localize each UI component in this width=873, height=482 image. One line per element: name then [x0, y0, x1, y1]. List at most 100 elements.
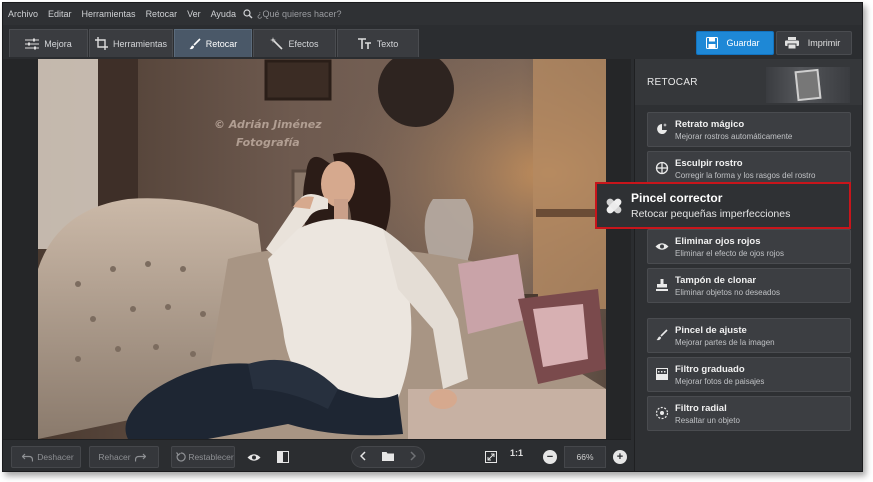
- menu-editar[interactable]: Editar: [43, 3, 77, 25]
- reset-icon: [176, 452, 187, 462]
- retouch-panel: RETOCAR Retrato mágico Mejorar rostros a…: [634, 59, 862, 471]
- tool-desc: Mejorar rostros automáticamente: [675, 132, 793, 141]
- tool-esculpir-rostro[interactable]: Esculpir rostro Corregir la forma y los …: [647, 151, 851, 186]
- panel-header-image: [766, 67, 850, 103]
- search-placeholder: ¿Qué quieres hacer?: [256, 9, 342, 19]
- tool-tampon-de-clonar[interactable]: Tampón de clonar Eliminar objetos no des…: [647, 268, 851, 303]
- gradient-icon: [656, 368, 668, 380]
- crop-icon: [94, 37, 108, 50]
- menu-ayuda[interactable]: Ayuda: [206, 3, 241, 25]
- tool-eliminar-ojos-rojos[interactable]: Eliminar ojos rojos Eliminar el efecto d…: [647, 229, 851, 264]
- eye-icon: [247, 453, 261, 461]
- tool-name: Esculpir rostro: [675, 158, 743, 169]
- redo-icon: [134, 453, 146, 461]
- tool-pincel-de-ajuste[interactable]: Pincel de ajuste Mejorar partes de la im…: [647, 318, 851, 353]
- navigation-group: [351, 446, 425, 468]
- sliders-icon: [25, 38, 40, 49]
- search-box[interactable]: ¿Qué quieres hacer?: [243, 9, 342, 19]
- bandage-icon: [606, 198, 622, 214]
- bottom-bar: Deshacer Rehacer Restablecer 1:1 − 66% +: [3, 439, 631, 471]
- tool-retrato-magico[interactable]: Retrato mágico Mejorar rostros automátic…: [647, 112, 851, 147]
- tab-efectos[interactable]: Efectos: [253, 29, 336, 57]
- tool-name: Pincel corrector: [631, 191, 723, 205]
- reset-button[interactable]: Restablecer: [171, 446, 235, 468]
- tool-name: Eliminar ojos rojos: [675, 236, 761, 247]
- plus-icon: +: [616, 451, 624, 463]
- zoom-1to1-button[interactable]: 1:1: [510, 448, 523, 458]
- text-icon: [357, 38, 371, 49]
- compare-icon: [277, 451, 289, 463]
- preview-eye-button[interactable]: [245, 448, 263, 466]
- tool-pincel-corrector[interactable]: Pincel corrector Retocar pequeñas imperf…: [595, 182, 851, 229]
- save-button[interactable]: Guardar: [696, 31, 774, 55]
- menu-bar: Archivo Editar Herramientas Retocar Ver …: [3, 3, 862, 25]
- tab-mejora[interactable]: Mejora: [9, 29, 88, 57]
- tool-desc: Corregir la forma y los rasgos del rostr…: [675, 171, 816, 180]
- watermark-line-1: © Adrián Jiménez: [214, 118, 322, 131]
- tab-label: Mejora: [44, 38, 72, 49]
- portrait-photo: [38, 59, 606, 439]
- brush-icon: [189, 37, 201, 49]
- expand-icon: [485, 451, 497, 463]
- print-label: Imprimir: [807, 38, 841, 48]
- compare-button[interactable]: [274, 448, 292, 466]
- tab-label: Texto: [376, 38, 399, 49]
- tab-retocar[interactable]: Retocar: [174, 29, 252, 57]
- photo-watermark: © Adrián Jiménez Fotografía: [214, 116, 322, 152]
- tab-texto[interactable]: Texto: [337, 29, 419, 57]
- tool-desc: Retocar pequeñas imperfecciones: [631, 208, 791, 220]
- menu-herramientas[interactable]: Herramientas: [77, 3, 141, 25]
- printer-icon: [785, 37, 799, 49]
- menu-retocar[interactable]: Retocar: [141, 3, 183, 25]
- redo-button[interactable]: Rehacer: [89, 446, 159, 468]
- sculpt-icon: [655, 161, 669, 175]
- photo-canvas[interactable]: © Adrián Jiménez Fotografía: [38, 59, 606, 439]
- radial-icon: [655, 406, 669, 420]
- previous-button[interactable]: [359, 448, 366, 466]
- tool-filtro-radial[interactable]: Filtro radial Resaltar un objeto: [647, 396, 851, 431]
- tool-name: Filtro graduado: [675, 364, 745, 375]
- tool-name: Filtro radial: [675, 403, 727, 414]
- tab-label: Herramientas: [112, 38, 168, 49]
- toolbar: Mejora Herramientas Retocar Efectos Text…: [3, 25, 862, 59]
- print-button[interactable]: Imprimir: [776, 31, 852, 55]
- chevron-left-icon: [359, 451, 366, 461]
- tab-label: Efectos: [288, 38, 319, 49]
- face-magic-icon: [657, 123, 667, 134]
- watermark-line-2: Fotografía: [235, 136, 300, 149]
- tab-label: Retocar: [205, 38, 238, 49]
- tool-desc: Resaltar un objeto: [675, 416, 740, 425]
- undo-icon: [22, 453, 34, 461]
- save-label: Guardar: [726, 38, 760, 48]
- tool-desc: Eliminar el efecto de ojos rojos: [675, 249, 784, 258]
- folder-icon: [382, 452, 394, 461]
- portrait-thumbnail: [794, 68, 822, 102]
- tool-name: Retrato mágico: [675, 119, 745, 130]
- next-button[interactable]: [410, 448, 417, 466]
- menu-ver[interactable]: Ver: [182, 3, 206, 25]
- tool-filtro-graduado[interactable]: Filtro graduado Mejorar fotos de paisaje…: [647, 357, 851, 392]
- brush-icon: [656, 329, 668, 341]
- panel-header: RETOCAR: [635, 59, 862, 105]
- menu-archivo[interactable]: Archivo: [3, 3, 43, 25]
- tool-desc: Eliminar objetos no deseados: [675, 288, 780, 297]
- mode-tabs: Mejora Herramientas Retocar Efectos Text…: [9, 29, 420, 57]
- undo-button[interactable]: Deshacer: [11, 446, 81, 468]
- fit-screen-button[interactable]: [482, 448, 500, 466]
- tool-name: Tampón de clonar: [675, 275, 757, 286]
- stamp-icon: [656, 279, 668, 291]
- search-icon: [243, 9, 253, 19]
- reset-label: Restablecer: [188, 452, 234, 462]
- canvas-area: © Adrián Jiménez Fotografía: [3, 59, 631, 439]
- undo-label: Deshacer: [37, 452, 74, 462]
- zoom-out-button[interactable]: −: [543, 450, 557, 464]
- open-folder-button[interactable]: [382, 448, 394, 466]
- zoom-level[interactable]: 66%: [564, 446, 606, 468]
- app-window: Archivo Editar Herramientas Retocar Ver …: [2, 2, 863, 472]
- eye-icon: [655, 242, 669, 250]
- magic-wand-icon: [270, 37, 284, 50]
- zoom-in-button[interactable]: +: [613, 450, 627, 464]
- redo-label: Rehacer: [98, 452, 131, 462]
- tab-herramientas[interactable]: Herramientas: [89, 29, 173, 57]
- minus-icon: −: [546, 451, 554, 463]
